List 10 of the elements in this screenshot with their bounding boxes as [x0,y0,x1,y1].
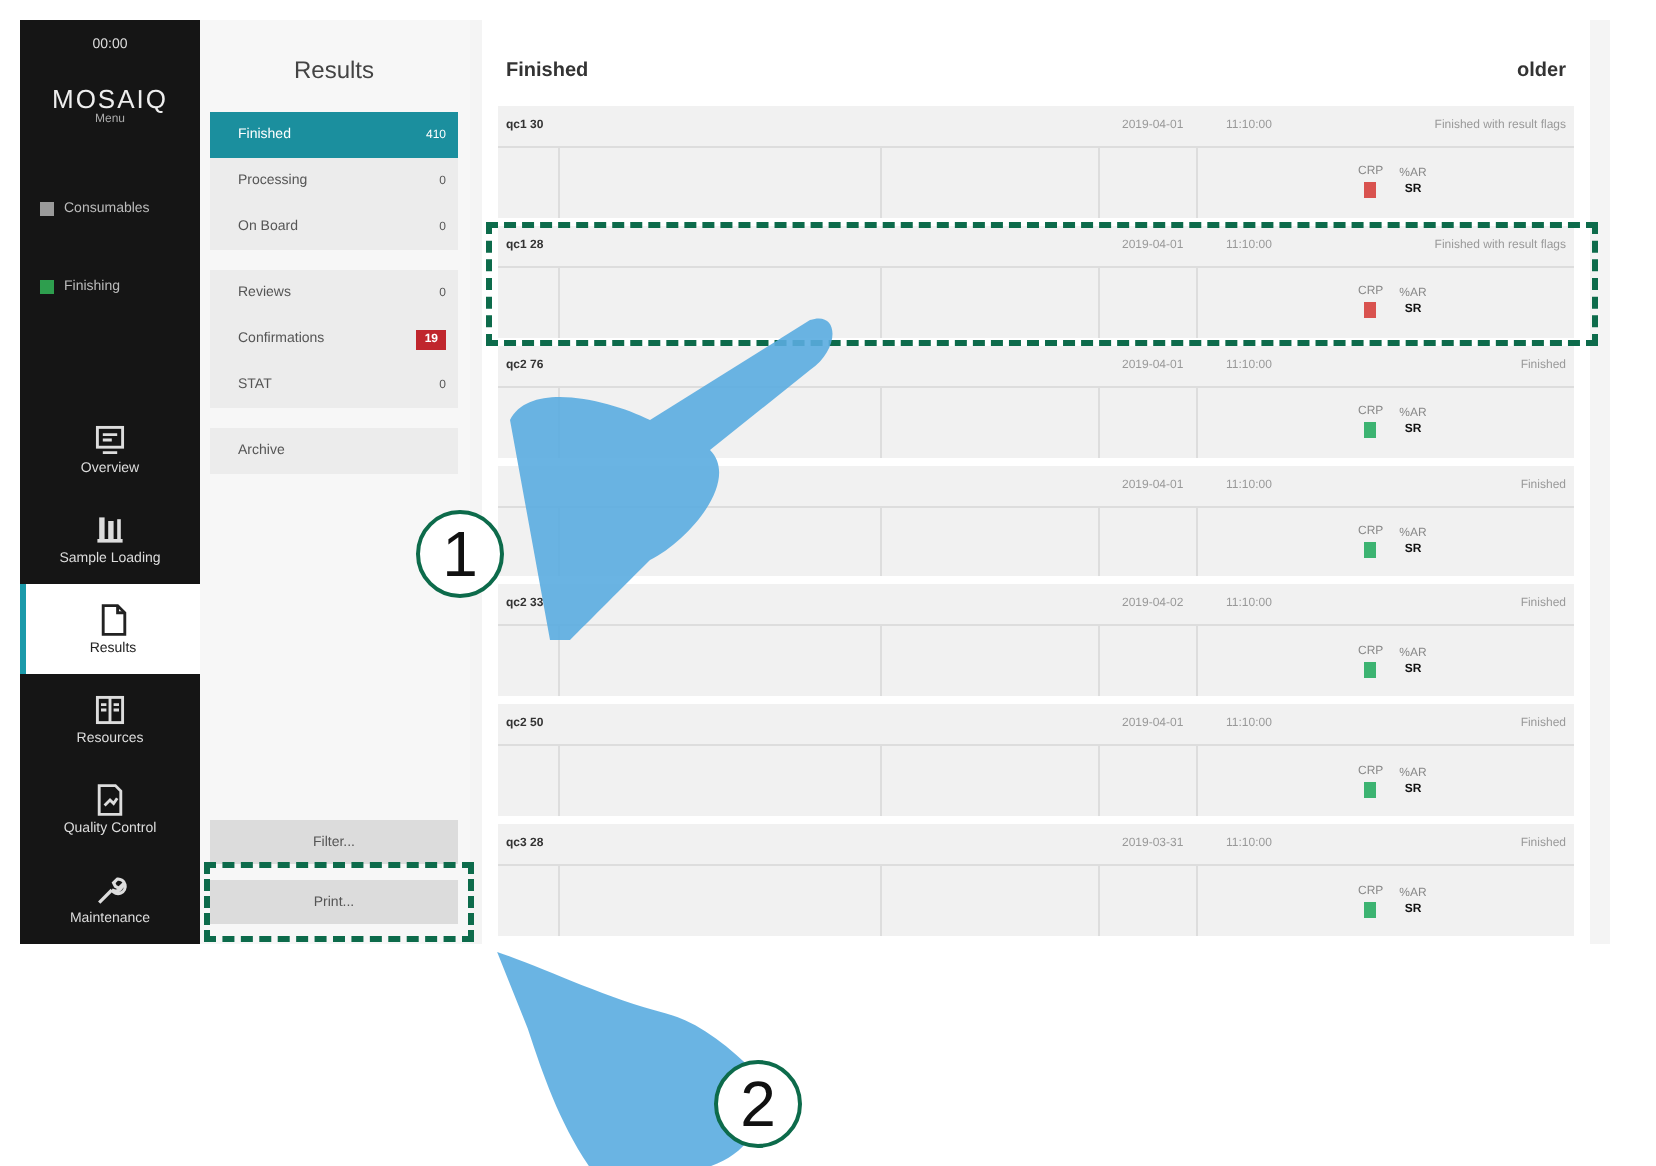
monitor-icon [92,422,128,458]
rack-icon [92,512,128,548]
wrench-icon [92,872,128,908]
list-title: Finished [506,60,589,82]
sort-link[interactable]: older [1517,60,1566,82]
panel-title: Results [291,56,376,84]
chart-document-icon [92,782,128,818]
callout-number: 2 [714,1060,802,1148]
logo-text: MOSAIQ [51,84,168,114]
columns-icon [92,692,128,728]
